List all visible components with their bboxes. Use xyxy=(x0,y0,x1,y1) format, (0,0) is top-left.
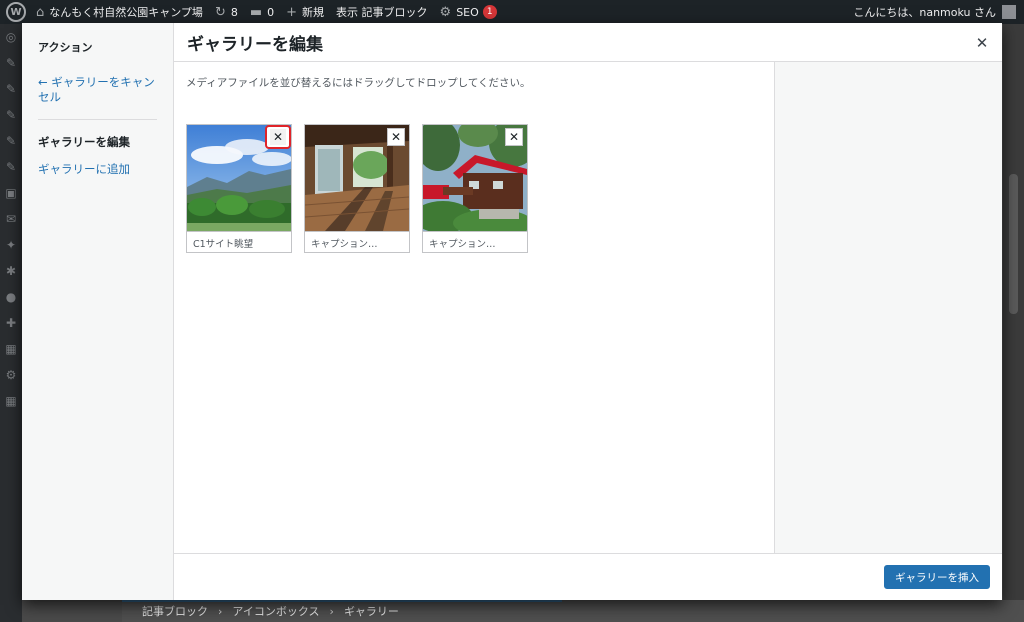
instructions-text: メディアファイルを並び替えるにはドラッグしてドロップしてください。 xyxy=(186,77,531,89)
gear-icon: ⚙ xyxy=(5,368,17,382)
avatar[interactable] xyxy=(1002,5,1016,19)
seo-menu[interactable]: ⚙ SEO 1 xyxy=(434,0,503,24)
scrollbar-thumb[interactable] xyxy=(1009,174,1018,314)
menu-item-add-to-gallery[interactable]: ギャラリーに追加 xyxy=(38,162,157,177)
remove-attachment-button[interactable]: ✕ xyxy=(505,128,523,146)
close-icon: ✕ xyxy=(270,129,286,145)
admin-side-menu: ◎ ✎ ✎ ✎ ✎ ✎ ▣ ✉ ✦ ✱ ● ✚ ▦ ⚙ ▦ xyxy=(0,24,22,622)
greeting-link[interactable]: こんにちは、nanmoku さん xyxy=(853,4,996,20)
gallery-content: メディアファイルを並び替えるにはドラッグしてドロップしてください。 ✕ C1サイ… xyxy=(174,62,774,553)
updates-count: 8 xyxy=(230,5,238,19)
chevron-right-icon: › xyxy=(218,604,223,618)
users-icon: ● xyxy=(5,290,17,304)
page-title: ギャラリーを編集 xyxy=(187,34,323,55)
menu-separator xyxy=(38,119,157,120)
new-content-link[interactable]: + 新規 xyxy=(280,0,330,24)
caption-field[interactable]: キャプション… xyxy=(423,231,527,252)
block-breadcrumb: 記事ブロック › アイコンボックス › ギャラリー xyxy=(122,600,1024,622)
updates-icon: ↻ xyxy=(214,4,226,20)
attachment-thumbnail[interactable]: ✕ xyxy=(423,125,527,231)
media-menu: アクション ← ギャラリーをキャンセル ギャラリーを編集 ギャラリーに追加 xyxy=(22,23,174,600)
media-icon: ▣ xyxy=(5,186,17,200)
new-label: 新規 xyxy=(302,6,325,19)
tools-icon: ✦ xyxy=(5,238,17,252)
close-icon: ✕ xyxy=(390,130,402,144)
modal-title-bar: ギャラリーを編集 xyxy=(174,23,1002,62)
attachment-details-sidebar xyxy=(774,62,1002,553)
site-name-link[interactable]: ⌂ なんもく村自然公園キャンプ場 xyxy=(30,0,209,24)
insert-gallery-button[interactable]: ギャラリーを挿入 xyxy=(884,565,990,589)
admin-bar: W ⌂ なんもく村自然公園キャンプ場 ↻ 8 ▬ 0 + 新規 表示 記事ブロッ… xyxy=(0,0,1024,24)
caption-field[interactable]: C1サイト眺望 xyxy=(187,231,291,252)
breadcrumb-item[interactable]: 記事ブロック xyxy=(142,603,208,619)
pin-icon: ✎ xyxy=(5,108,17,122)
chevron-right-icon: › xyxy=(329,604,334,618)
attachment-item[interactable]: ✕ キャプション… xyxy=(304,124,410,253)
modal-toolbar: ギャラリーを挿入 xyxy=(174,553,1002,600)
comment-icon: ▬ xyxy=(249,4,263,20)
pin-icon: ✎ xyxy=(5,56,17,70)
attachment-thumbnail[interactable]: ✕ xyxy=(305,125,409,231)
wordpress-logo-icon[interactable]: W xyxy=(6,2,26,22)
seo-badge: 1 xyxy=(482,5,497,19)
pin-icon: ✎ xyxy=(5,134,17,148)
menu-heading: アクション xyxy=(38,41,93,54)
cancel-gallery-link[interactable]: ← ギャラリーをキャンセル xyxy=(38,75,157,105)
home-icon: ⌂ xyxy=(36,4,45,20)
wrench-icon: ✚ xyxy=(5,316,17,330)
site-name: なんもく村自然公園キャンプ場 xyxy=(49,6,203,19)
breadcrumb-accent xyxy=(122,600,562,602)
breadcrumb-item[interactable]: アイコンボックス xyxy=(232,603,319,619)
page-scrollbar[interactable] xyxy=(1003,24,1024,600)
caption-field[interactable]: キャプション… xyxy=(305,231,409,252)
view-post-link[interactable]: 表示 記事ブロック xyxy=(330,0,434,24)
close-icon: ✕ xyxy=(975,34,989,52)
menu-item-edit-gallery[interactable]: ギャラリーを編集 xyxy=(38,134,157,150)
posts-icon: ✎ xyxy=(5,160,17,174)
close-button[interactable]: ✕ xyxy=(972,33,992,53)
settings-icon: ▦ xyxy=(5,342,17,356)
attachments-list: ✕ C1サイト眺望 ✕ キャプション… ✕ キャプション… xyxy=(186,124,540,253)
updates-link[interactable]: ↻ 8 xyxy=(209,0,244,24)
close-icon: ✕ xyxy=(508,130,520,144)
plus-icon: + xyxy=(286,4,298,20)
attachment-item[interactable]: ✕ キャプション… xyxy=(422,124,528,253)
comments-count: 0 xyxy=(267,5,275,19)
remove-attachment-button[interactable]: ✕ xyxy=(265,125,291,149)
breadcrumb-item[interactable]: ギャラリー xyxy=(344,603,399,619)
attachment-item[interactable]: ✕ C1サイト眺望 xyxy=(186,124,292,253)
grid-icon: ▦ xyxy=(5,394,17,408)
comments-link[interactable]: ▬ 0 xyxy=(244,0,280,24)
attachment-thumbnail[interactable]: ✕ xyxy=(187,125,291,231)
remove-attachment-button[interactable]: ✕ xyxy=(387,128,405,146)
view-label: 表示 記事ブロック xyxy=(336,6,428,19)
plugins-icon: ✱ xyxy=(5,264,17,278)
mail-icon: ✉ xyxy=(5,212,17,226)
seo-gear-icon: ⚙ xyxy=(439,4,452,20)
seo-label: SEO xyxy=(456,5,479,19)
pin-icon: ✎ xyxy=(5,82,17,96)
media-modal: アクション ← ギャラリーをキャンセル ギャラリーを編集 ギャラリーに追加 ギャ… xyxy=(22,23,1002,600)
dashboard-icon: ◎ xyxy=(5,30,17,44)
